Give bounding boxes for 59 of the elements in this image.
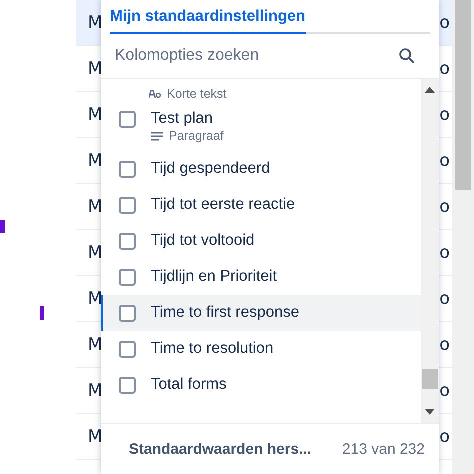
table-cell: o bbox=[440, 380, 450, 400]
text-type-icon bbox=[149, 90, 161, 98]
table-cell: o bbox=[440, 288, 450, 308]
status-marker bbox=[40, 306, 44, 320]
option-label: Tijd gespendeerd bbox=[151, 159, 270, 179]
tab[interactable]: Mijn standaardinstellingen bbox=[110, 6, 306, 34]
checkbox[interactable] bbox=[119, 111, 136, 128]
checkbox[interactable] bbox=[119, 269, 136, 286]
table-cell: o bbox=[440, 58, 450, 78]
paragraph-icon bbox=[151, 132, 163, 140]
column-option[interactable]: Test plan Paragraaf bbox=[101, 101, 421, 151]
column-option[interactable]: Tijdlijn en Prioriteit bbox=[101, 259, 421, 295]
reset-defaults-button[interactable]: Standaardwaarden hers... bbox=[125, 436, 316, 462]
table-cell: o bbox=[440, 426, 450, 446]
table-cell: M bbox=[88, 288, 103, 308]
status-marker bbox=[0, 220, 5, 233]
selection-count: 213 van 232 bbox=[342, 440, 425, 458]
table-cell: o bbox=[440, 150, 450, 170]
column-option[interactable]: Time to first response bbox=[101, 295, 421, 331]
table-cell: M bbox=[88, 426, 103, 446]
scroll-up-icon[interactable] bbox=[425, 87, 435, 93]
table-cell: M bbox=[88, 104, 103, 124]
option-label: Tijd tot eerste reactie bbox=[151, 195, 296, 215]
table-cell: o bbox=[440, 242, 450, 262]
option-label: Tijd tot voltooid bbox=[151, 231, 255, 251]
scroll-down-icon[interactable] bbox=[425, 409, 435, 415]
option-label: Test plan bbox=[151, 109, 214, 129]
column-option[interactable]: Tijd gespendeerd bbox=[101, 151, 421, 187]
field-type-label: Korte tekst bbox=[167, 87, 227, 101]
field-type-label: Paragraaf bbox=[169, 129, 224, 143]
table-cell: o bbox=[440, 12, 450, 32]
table-cell: o bbox=[440, 196, 450, 216]
table-cell: M bbox=[88, 334, 103, 354]
checkbox[interactable] bbox=[119, 341, 136, 358]
table-cell: M bbox=[88, 380, 103, 400]
checkbox[interactable] bbox=[119, 161, 136, 178]
option-label: Time to first response bbox=[151, 303, 300, 323]
column-option[interactable]: Tijd tot eerste reactie bbox=[101, 187, 421, 223]
search-icon[interactable] bbox=[399, 48, 415, 64]
checkbox[interactable] bbox=[119, 305, 136, 322]
option-label: Total forms bbox=[151, 375, 227, 395]
table-cell: M bbox=[88, 58, 103, 78]
column-option[interactable]: Total forms bbox=[101, 367, 421, 403]
checkbox[interactable] bbox=[119, 233, 136, 250]
table-cell: M bbox=[88, 150, 103, 170]
table-cell: M bbox=[88, 242, 103, 262]
checkbox[interactable] bbox=[119, 377, 136, 394]
table-cell: M bbox=[88, 196, 103, 216]
option-label: Tijdlijn en Prioriteit bbox=[151, 267, 278, 287]
column-option[interactable]: Tijd tot voltooid bbox=[101, 223, 421, 259]
table-cell: M bbox=[88, 12, 103, 32]
scrollbar[interactable] bbox=[452, 0, 474, 474]
scrollbar-thumb[interactable] bbox=[422, 369, 438, 389]
table-cell: o bbox=[440, 334, 450, 354]
checkbox[interactable] bbox=[119, 197, 136, 214]
option-label: Time to resolution bbox=[151, 339, 274, 359]
column-option[interactable]: Time to resolution bbox=[101, 331, 421, 367]
scrollbar-thumb[interactable] bbox=[455, 0, 471, 190]
table-cell: o bbox=[440, 104, 450, 124]
